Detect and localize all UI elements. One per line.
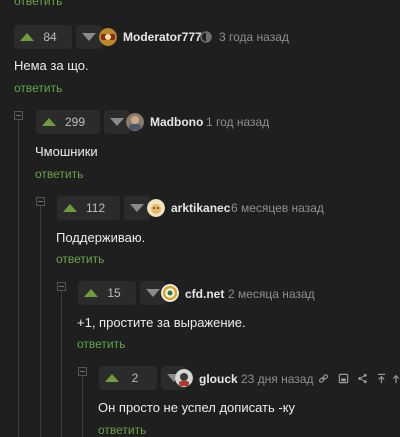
upvote-arrow-icon (63, 204, 77, 212)
upvote-arrow-icon (42, 118, 56, 126)
downvote-arrow-icon (146, 289, 160, 297)
vote-control: 2 (99, 366, 187, 390)
comment-author[interactable]: Moderator777 (123, 30, 202, 44)
thread-line[interactable] (61, 290, 62, 437)
comment-text: +1, простите за выражение. (77, 315, 246, 330)
reply-link[interactable]: ответить (98, 423, 146, 437)
vote-control: 299 (36, 110, 131, 134)
comment-score: 2 (131, 371, 139, 385)
vote-control: 112 (57, 196, 151, 220)
avatar[interactable] (99, 28, 117, 46)
comment-text: Нема за що. (14, 58, 89, 73)
upvote-button[interactable]: 2 (99, 366, 157, 390)
save-icon[interactable] (338, 373, 349, 384)
reply-link[interactable]: ответить (56, 252, 104, 266)
upvote-button[interactable]: 112 (57, 196, 121, 220)
comment-time[interactable]: 2 месяца назад (228, 287, 315, 301)
comment-time[interactable]: 1 год назад (206, 115, 269, 129)
scroll-up-icon[interactable] (392, 373, 400, 384)
comment-time[interactable]: 6 месяцев назад (231, 201, 324, 215)
vote-control: 15 (78, 281, 166, 305)
comment-text: Он просто не успел дописать -ку (98, 400, 296, 415)
vote-control: 84 (14, 25, 102, 49)
upvote-arrow-icon (105, 374, 119, 382)
comment-score: 15 (107, 286, 121, 300)
comment-time[interactable]: 23 дня назад (241, 372, 314, 386)
collapse-toggle[interactable] (78, 367, 87, 376)
comment-author[interactable]: glouck (199, 372, 238, 386)
upvote-arrow-icon (20, 33, 34, 41)
thread-line[interactable] (40, 205, 41, 437)
comment-time[interactable]: 3 года назад (219, 30, 289, 44)
avatar[interactable] (175, 369, 193, 387)
upvote-arrow-icon (84, 289, 98, 297)
comment-score: 299 (65, 115, 86, 129)
upvote-button[interactable]: 15 (78, 281, 136, 305)
collapse-toggle[interactable] (14, 111, 23, 120)
avatar[interactable] (161, 284, 179, 302)
avatar[interactable] (147, 199, 165, 217)
go-to-parent-icon[interactable] (376, 373, 387, 384)
reply-link[interactable]: ответить (35, 167, 83, 181)
downvote-arrow-icon (82, 33, 96, 41)
collapse-toggle[interactable] (36, 197, 45, 206)
link-icon[interactable] (318, 373, 329, 384)
comment-text: Поддерживаю. (56, 230, 146, 245)
avatar[interactable] (126, 113, 144, 131)
reply-link[interactable]: ответить (14, 0, 62, 8)
downvote-arrow-icon (110, 118, 125, 126)
badge-icon (200, 31, 212, 43)
comment-text: Чмошники (35, 144, 98, 159)
reply-link[interactable]: ответить (77, 337, 125, 351)
comment-author[interactable]: cfd.net (185, 287, 224, 301)
upvote-button[interactable]: 299 (36, 110, 101, 134)
collapse-toggle[interactable] (57, 282, 66, 291)
thread-line[interactable] (18, 120, 19, 437)
downvote-arrow-icon (130, 204, 145, 212)
comment-score: 84 (43, 30, 57, 44)
share-icon[interactable] (357, 373, 368, 384)
comment-author[interactable]: arktikanec (171, 201, 230, 215)
comment-author[interactable]: Madbono (150, 115, 203, 129)
upvote-button[interactable]: 84 (14, 25, 72, 49)
comment-score: 112 (86, 201, 106, 215)
reply-link[interactable]: ответить (14, 81, 62, 95)
thread-line[interactable] (82, 375, 83, 437)
